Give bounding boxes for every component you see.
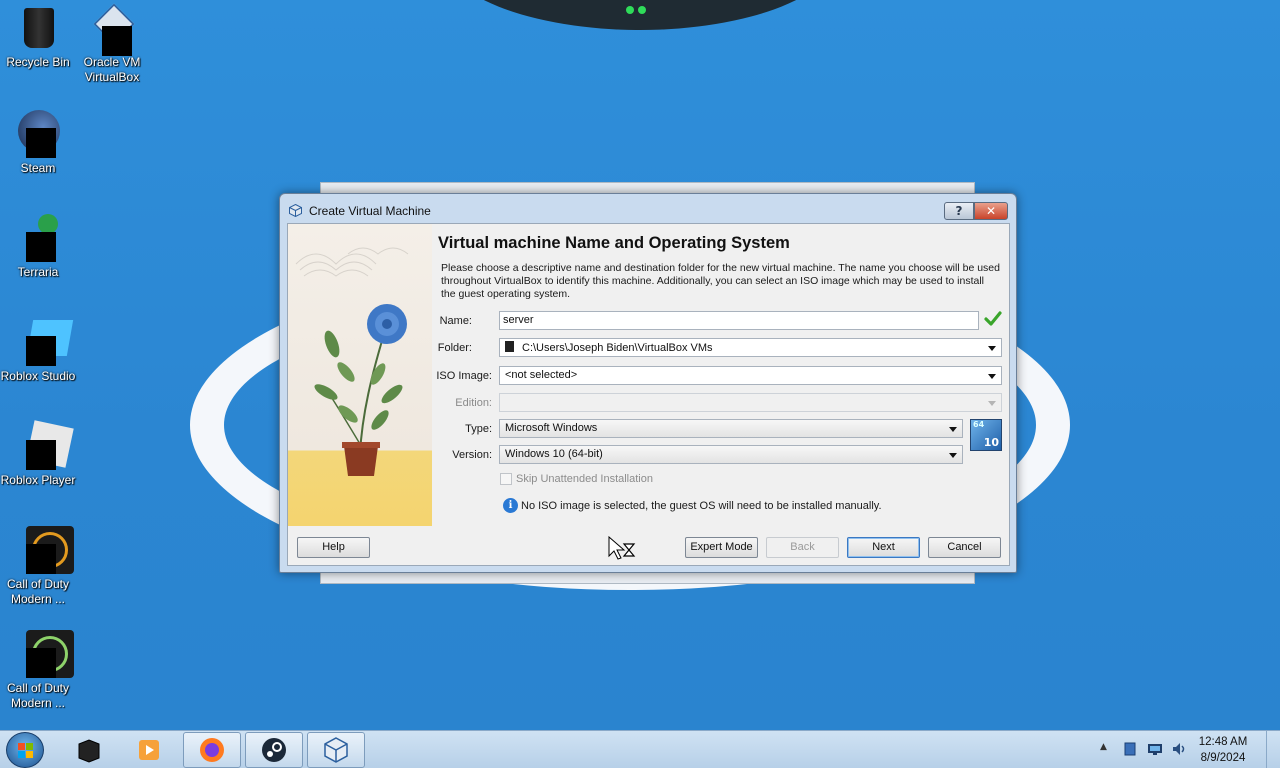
wizard-illustration xyxy=(288,224,432,526)
desktop-icon-cod-2[interactable]: Call of Duty Modern ... xyxy=(0,630,76,711)
desktop-icon-label: Oracle VM VirtualBox xyxy=(83,55,141,84)
show-desktop-button[interactable] xyxy=(1266,731,1280,768)
virtualbox-icon xyxy=(324,737,348,763)
clock-time: 12:48 AM xyxy=(1198,736,1248,748)
dialog-button-bar: Help Expert Mode Back Next Cancel xyxy=(288,526,1009,565)
taskbar-app-unknown[interactable] xyxy=(60,732,118,768)
desktop-icon-label: Steam xyxy=(20,161,56,175)
taskbar-firefox[interactable] xyxy=(183,732,241,768)
chevron-down-icon xyxy=(949,453,957,458)
type-label: Type: xyxy=(465,423,492,435)
edition-select xyxy=(499,393,1002,412)
volume-icon[interactable] xyxy=(1171,741,1187,757)
taskbar-virtualbox[interactable] xyxy=(307,732,365,768)
virtualbox-icon xyxy=(88,3,136,56)
expert-mode-button[interactable]: Expert Mode xyxy=(685,537,758,558)
close-button[interactable]: ✕ xyxy=(974,202,1008,220)
media-player-icon xyxy=(139,740,159,760)
desktop-icon-label: Terraria xyxy=(17,265,59,279)
type-value: Microsoft Windows xyxy=(505,422,598,434)
virtualbox-icon xyxy=(289,204,302,217)
network-icon[interactable] xyxy=(1147,741,1163,757)
edition-label: Edition: xyxy=(455,397,492,409)
folder-label: Folder: xyxy=(437,342,472,354)
valid-check-icon xyxy=(984,311,1002,326)
type-select[interactable]: Microsoft Windows xyxy=(499,419,963,438)
page-title: Virtual machine Name and Operating Syste… xyxy=(438,234,790,252)
wizard-page: Virtual machine Name and Operating Syste… xyxy=(436,224,1008,526)
info-icon: i xyxy=(503,498,518,513)
desktop-icon-roblox-player[interactable]: Roblox Player xyxy=(0,420,76,488)
version-select[interactable]: Windows 10 (64-bit) xyxy=(499,445,963,464)
desktop-icon-roblox-studio[interactable]: Roblox Studio xyxy=(0,318,76,384)
desktop-icon-label: Call of Duty Modern ... xyxy=(6,681,70,710)
firefox-icon xyxy=(200,738,224,762)
busy-cursor-icon xyxy=(608,536,636,560)
steam-icon xyxy=(262,738,286,762)
window-controls: ? ✕ xyxy=(944,202,1008,220)
taskbar: ▲ 12:48 AM 8/9/2024 xyxy=(0,730,1280,768)
back-button[interactable]: Back xyxy=(766,537,839,558)
steam-icon xyxy=(14,110,62,158)
version-value: Windows 10 (64-bit) xyxy=(505,448,603,460)
cancel-button[interactable]: Cancel xyxy=(928,537,1001,558)
create-vm-dialog: Create Virtual Machine ? ✕ Virtual machi… xyxy=(279,193,1017,573)
windows-logo-icon xyxy=(18,743,33,758)
chevron-down-icon xyxy=(988,401,996,406)
chevron-down-icon xyxy=(988,346,996,351)
iso-value: <not selected> xyxy=(505,369,578,381)
next-button[interactable]: Next xyxy=(847,537,920,558)
wallpaper-dot xyxy=(638,6,646,14)
roblox-player-icon xyxy=(14,420,74,470)
clock[interactable]: 12:48 AM 8/9/2024 xyxy=(1188,734,1258,766)
iso-label: ISO Image: xyxy=(436,370,492,382)
roblox-studio-icon xyxy=(14,318,74,366)
dialog-client: Virtual machine Name and Operating Syste… xyxy=(287,223,1010,566)
desktop-icon-cod-1[interactable]: Call of Duty Modern ... xyxy=(0,526,76,607)
desktop-icon-steam[interactable]: Steam xyxy=(0,110,76,176)
name-label: Name: xyxy=(439,315,472,327)
desktop-icon-label: Roblox Player xyxy=(0,473,76,487)
dialog-title: Create Virtual Machine xyxy=(309,204,431,218)
help-button[interactable]: Help xyxy=(297,537,370,558)
desktop-icon-recycle-bin[interactable]: Recycle Bin xyxy=(0,4,76,70)
taskbar-media-player[interactable] xyxy=(120,732,178,768)
info-message: No ISO image is selected, the guest OS w… xyxy=(521,500,882,512)
version-label: Version: xyxy=(452,449,492,461)
clock-date: 8/9/2024 xyxy=(1200,752,1246,764)
dialog-titlebar[interactable]: Create Virtual Machine ? ✕ xyxy=(280,194,1016,224)
tray-expand-icon[interactable]: ▲ xyxy=(1100,742,1107,752)
desktop-icon-virtualbox[interactable]: Oracle VM VirtualBox xyxy=(74,3,150,85)
folder-value: C:\Users\Joseph Biden\VirtualBox VMs xyxy=(522,342,713,354)
chevron-down-icon xyxy=(949,427,957,432)
skip-unattended-checkbox xyxy=(500,473,512,485)
desktop-icon-terraria[interactable]: Terraria xyxy=(0,214,76,280)
iso-image-select[interactable]: <not selected> xyxy=(499,366,1002,385)
terraria-icon xyxy=(14,214,62,262)
tray-device-icon[interactable] xyxy=(1122,741,1138,757)
desktop-icon-label: Roblox Studio xyxy=(0,369,76,383)
skip-unattended-label: Skip Unattended Installation xyxy=(516,473,653,485)
wallpaper-dome xyxy=(440,0,840,30)
wallpaper-dot xyxy=(626,6,634,14)
name-input[interactable]: server xyxy=(499,311,979,330)
taskbar-steam[interactable] xyxy=(245,732,303,768)
start-button[interactable] xyxy=(6,732,44,768)
page-description: Please choose a descriptive name and des… xyxy=(441,262,1000,300)
chevron-down-icon xyxy=(988,374,996,379)
app-box-icon xyxy=(78,739,100,763)
help-title-button[interactable]: ? xyxy=(944,202,974,220)
os-windows10-icon: 64 10 xyxy=(970,419,1002,451)
desktop-icon-label: Call of Duty Modern ... xyxy=(6,577,70,606)
folder-icon xyxy=(505,341,514,352)
folder-select[interactable]: C:\Users\Joseph Biden\VirtualBox VMs xyxy=(499,338,1002,357)
call-of-duty-icon xyxy=(14,630,74,678)
plant-illustration xyxy=(295,247,409,476)
call-of-duty-icon xyxy=(14,526,74,574)
recycle-bin-icon xyxy=(14,4,62,52)
desktop-icon-label: Recycle Bin xyxy=(6,55,70,69)
